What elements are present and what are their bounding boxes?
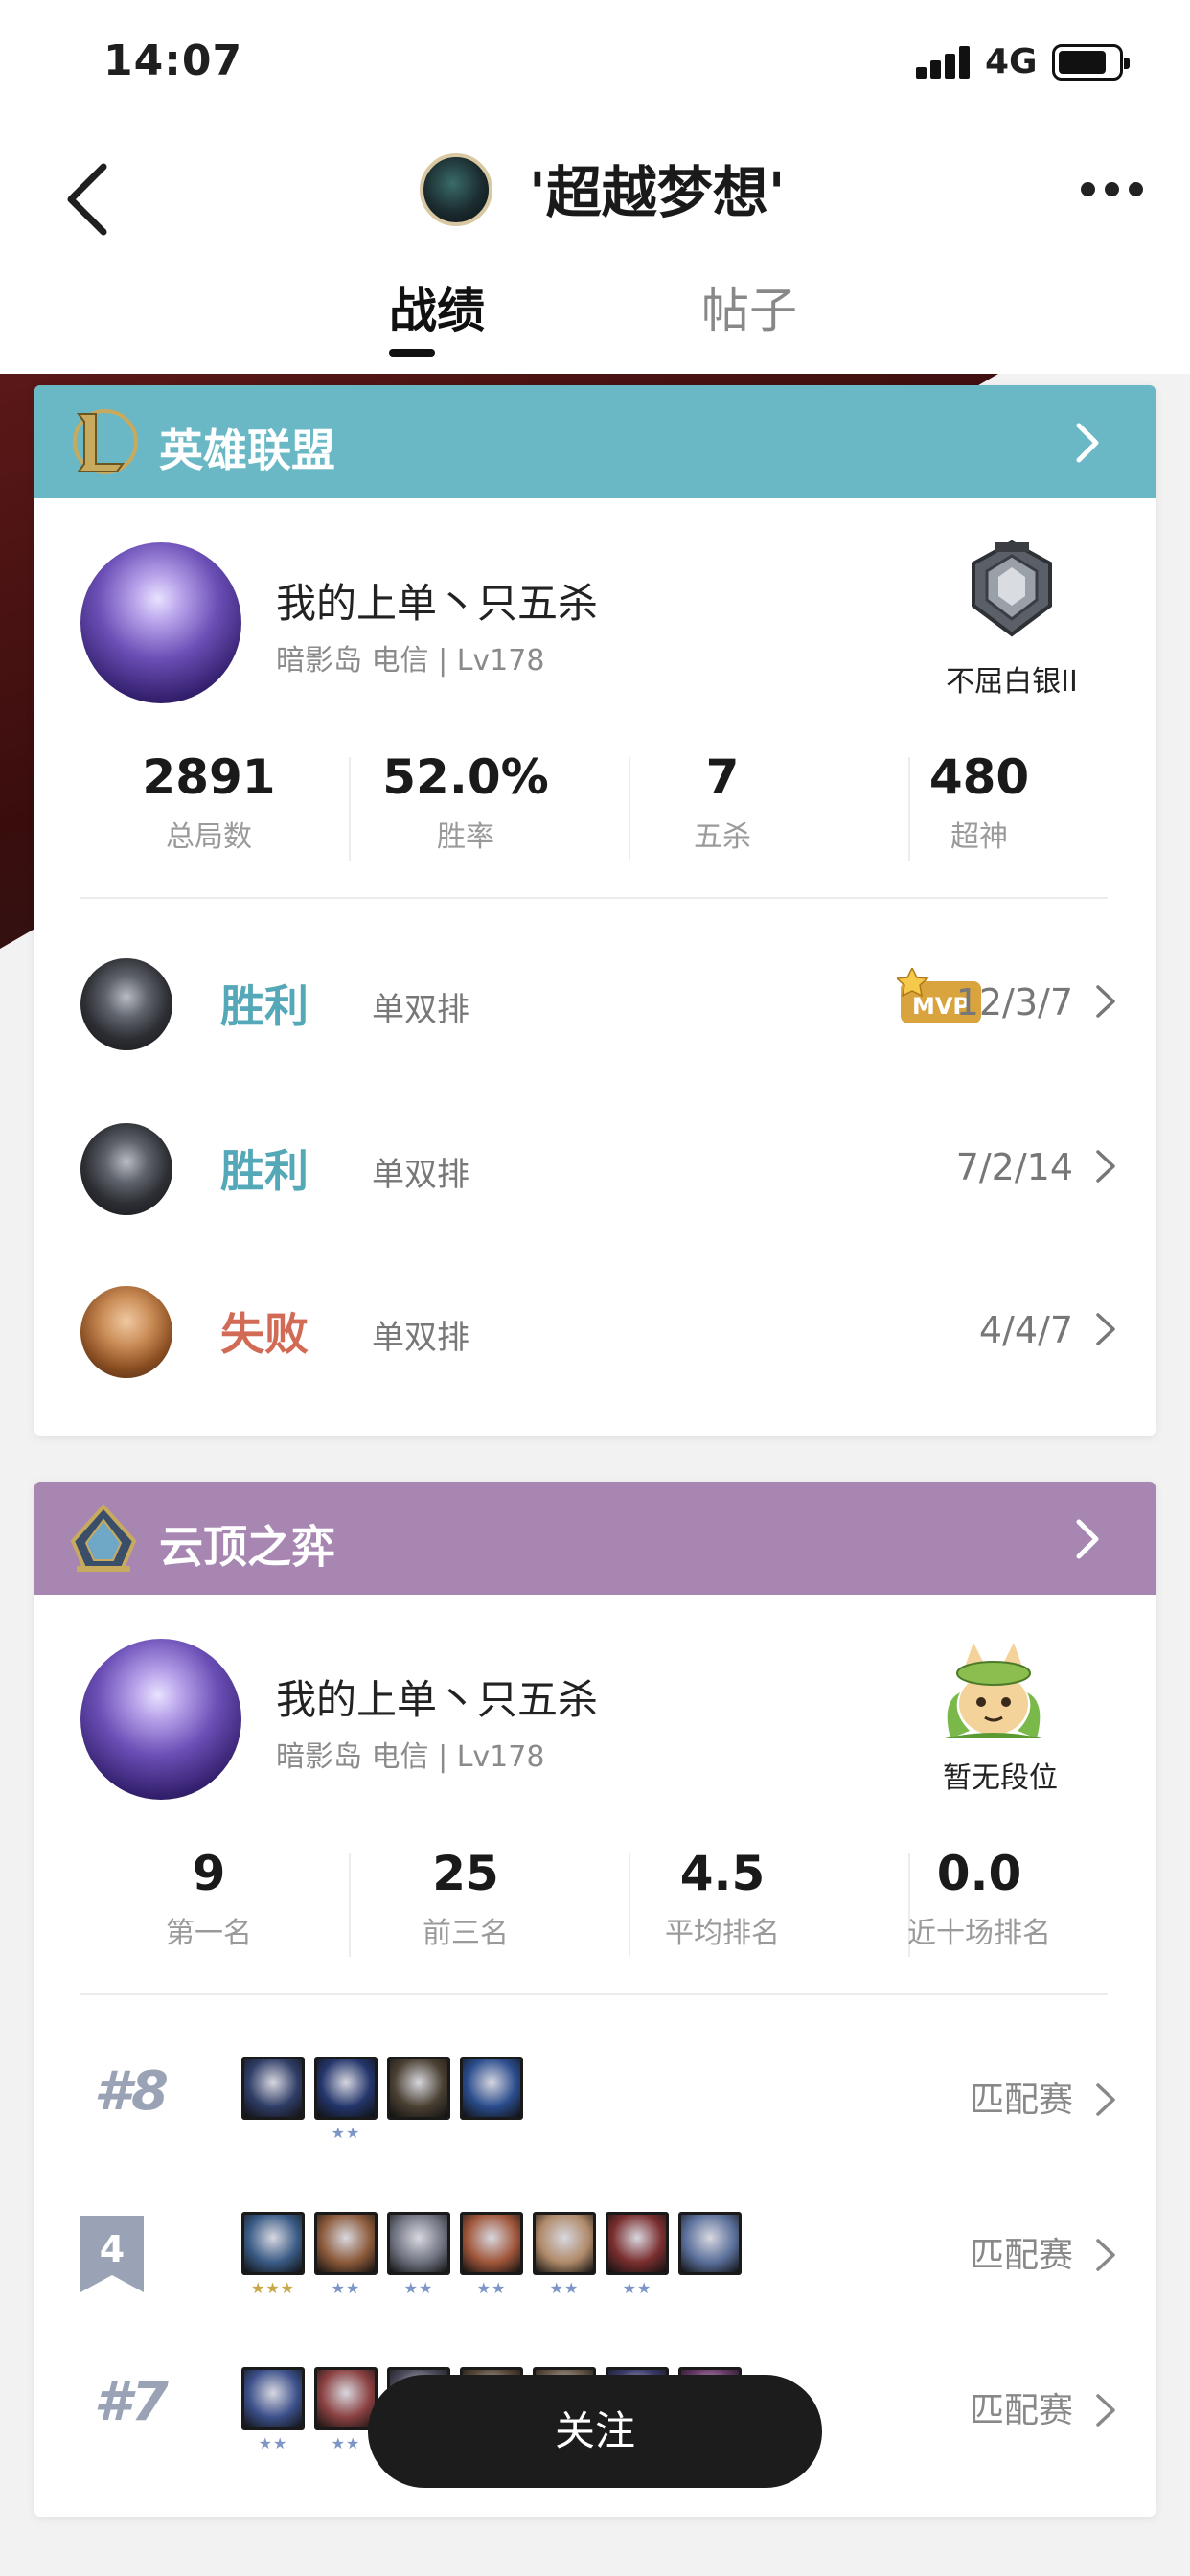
unit-star-level: ★★★ [250,2279,296,2297]
chevron-right-icon [1096,1313,1115,1346]
unit-star-level: ★★ [331,2124,361,2142]
unit-star-level: ★★ [476,2279,507,2297]
champion-avatar [80,1286,172,1378]
lol-logo-icon [73,409,138,474]
stat-legendary: 480 超神 [928,749,1030,854]
unit-star-level: ★★ [258,2434,288,2452]
tft-card: 云顶之弈 我的上单丶只五杀 暗影岛 电信 | Lv178 暂无段位 9 第一名 2… [34,1482,1156,2517]
tft-match-mode: 匹配赛 [969,2081,1073,2120]
lol-rank-label: 不屈白银II [946,665,1078,699]
placement-ribbon-icon: 4 [80,2216,144,2292]
lol-server-info: 暗影岛 电信 | Lv178 [276,644,545,678]
unit-icon [460,2057,523,2120]
match-result: 胜利 [220,1145,309,1197]
tft-server-info: 暗影岛 电信 | Lv178 [276,1740,545,1774]
tft-rank-label: 暂无段位 [943,1761,1058,1795]
chevron-right-icon [1096,1150,1115,1183]
chevron-right-icon [1096,2083,1115,2116]
unit-icon [314,2212,378,2275]
chevron-right-icon [1096,2394,1115,2426]
match-kda: 7/2/14 [955,1146,1073,1188]
tft-profile-avatar [80,1639,241,1800]
stat-recent-ten-placement: 0.0 近十场排名 [907,1846,1051,1950]
unit-icon [387,2057,450,2120]
champion-avatar [80,958,172,1050]
divider [80,897,1108,899]
match-mode: 单双排 [372,991,469,1029]
lol-profile-avatar [80,542,241,703]
stat-average-placement: 4.5 平均排名 [665,1846,780,1950]
tft-card-header[interactable]: 云顶之弈 [34,1482,1156,1595]
tft-match-mode: 匹配赛 [969,2391,1073,2430]
unit-icon [314,2057,378,2120]
match-result: 胜利 [220,980,309,1032]
network-type: 4G [985,42,1038,81]
stat-win-rate: 52.0% 胜率 [382,749,549,854]
tft-logo-icon [70,1503,137,1572]
unit-star-level: ★★ [622,2279,652,2297]
active-tab-indicator [389,349,435,356]
unit-icon [678,2212,742,2275]
unit-icon [460,2212,523,2275]
tft-title: 云顶之弈 [159,1521,335,1573]
champion-avatar [80,1123,172,1215]
tft-summoner-name: 我的上单丶只五杀 [276,1676,599,1723]
tft-match-row[interactable]: 4 ★★★ ★★ ★★ ★★ ★★ ★★ 匹配赛 [80,2193,1121,2308]
status-time: 14:07 [103,36,243,85]
unit-star-level: ★★ [403,2279,434,2297]
stat-pentakills: 7 五杀 [694,749,751,854]
stat-total-games: 2891 总局数 [142,749,276,854]
match-row[interactable]: 失败 单双排 4/4/7 [80,1267,1121,1382]
unit-icon [241,2367,305,2430]
lol-card: 英雄联盟 我的上单丶只五杀 暗影岛 电信 | Lv178 不屈白银II 2891… [34,385,1156,1436]
more-options-icon[interactable] [1081,182,1144,201]
nav-bar: '超越梦想' 战绩 帖子 [0,126,1190,374]
chevron-right-icon [1076,1519,1099,1559]
chevron-right-icon [1096,2239,1115,2271]
placement-label: #7 [94,2371,169,2433]
match-kda: 12/3/7 [955,981,1073,1024]
status-bar: 14:07 4G [0,0,1190,126]
unit-icon [387,2212,450,2275]
match-result: 失败 [220,1308,309,1360]
user-avatar[interactable] [420,153,492,226]
tab-posts[interactable]: 帖子 [701,272,797,341]
stat-first-place: 9 第一名 [166,1846,252,1950]
unit-icon [241,2212,305,2275]
unit-icon [606,2212,669,2275]
match-mode: 单双排 [372,1156,469,1194]
follow-button[interactable]: 关注 [368,2375,822,2488]
lol-card-header[interactable]: 英雄联盟 [34,385,1156,498]
tft-match-mode: 匹配赛 [969,2236,1073,2275]
placement-label: 4 [100,2228,125,2270]
match-row[interactable]: 胜利 单双排 7/2/14 [80,1104,1121,1219]
silver-rank-emblem-icon [972,540,1052,637]
divider [80,1993,1108,1995]
page-title: '超越梦想' [529,160,786,225]
battery-icon [1052,44,1130,80]
signal-icon [916,46,970,79]
back-button[interactable] [54,151,130,247]
lol-title: 英雄联盟 [159,425,335,476]
unit-star-level: ★★ [331,2279,361,2297]
lol-summoner-name: 我的上单丶只五杀 [276,580,599,627]
match-row[interactable]: 胜利 单双排 MVP 12/3/7 [80,939,1121,1054]
tft-stats-row: 9 第一名 25 前三名 4.5 平均排名 0.0 近十场排名 [80,1842,1108,1957]
placement-label: #8 [94,2060,169,2123]
lol-stats-row: 2891 总局数 52.0% 胜率 7 五杀 480 超神 [80,746,1108,861]
unit-icon [533,2212,596,2275]
match-mode: 单双排 [372,1319,469,1357]
match-kda: 4/4/7 [978,1309,1073,1351]
tft-match-row[interactable]: #8 ★★ 匹配赛 [80,2037,1121,2152]
unranked-emblem-icon [945,1643,1042,1738]
unit-icon [241,2057,305,2120]
unit-star-level: ★★ [549,2279,580,2297]
chevron-right-icon [1076,423,1099,463]
chevron-left-icon [67,163,107,236]
chevron-right-icon [1096,985,1115,1018]
stat-top-three: 25 前三名 [423,1846,509,1950]
tab-stats[interactable]: 战绩 [389,272,485,341]
